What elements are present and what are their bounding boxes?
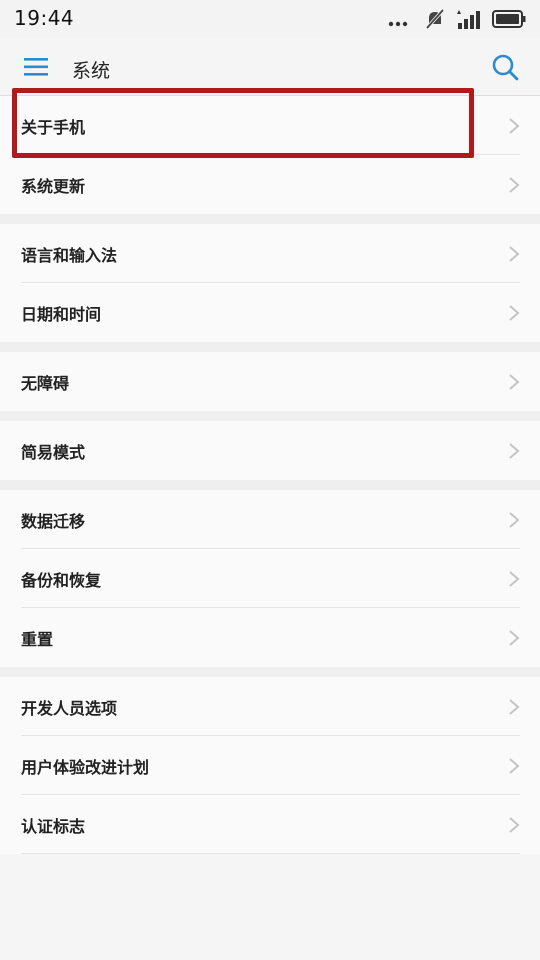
settings-item-label: 数据迁移 [21,511,86,531]
settings-item-user-experience-program[interactable]: 用户体验改进计划 [0,736,540,795]
status-bar: 19:44 [0,0,540,38]
chevron-right-icon [509,373,520,390]
chevron-right-icon [509,816,520,833]
settings-group: 简易模式 [0,421,540,480]
settings-item-label: 日期和时间 [21,304,102,324]
chevron-right-icon [509,629,520,646]
settings-list: 关于手机 系统更新 语言和输入法 日期和时间 无障碍 简易模式 数据迁移 备份和… [0,96,540,854]
menu-icon[interactable] [22,54,50,80]
group-gap [0,342,540,352]
battery-icon [492,10,526,28]
settings-group: 关于手机 系统更新 [0,96,540,214]
settings-group: 数据迁移 备份和恢复 重置 [0,490,540,667]
settings-item-reset[interactable]: 重置 [0,608,540,667]
settings-item-label: 开发人员选项 [21,698,118,718]
chevron-right-icon [509,245,520,262]
app-bar: 系统 [0,38,540,96]
settings-item-data-migration[interactable]: 数据迁移 [0,490,540,549]
more-dots-icon [388,21,408,27]
group-gap [0,411,540,421]
chevron-right-icon [509,304,520,321]
chevron-right-icon [509,176,520,193]
search-icon[interactable] [490,52,520,82]
settings-item-label: 语言和输入法 [21,245,118,265]
settings-item-simple-mode[interactable]: 简易模式 [0,421,540,480]
settings-item-system-update[interactable]: 系统更新 [0,155,540,214]
chevron-right-icon [509,757,520,774]
settings-item-label: 认证标志 [21,816,86,836]
settings-group: 无障碍 [0,352,540,411]
chevron-right-icon [509,698,520,715]
settings-item-label: 系统更新 [21,176,86,196]
settings-item-certification-logo[interactable]: 认证标志 [0,795,540,854]
group-gap [0,214,540,224]
settings-item-backup-restore[interactable]: 备份和恢复 [0,549,540,608]
page-title: 系统 [72,60,111,82]
group-gap [0,667,540,677]
settings-group: 开发人员选项 用户体验改进计划 认证标志 [0,677,540,854]
divider [21,853,520,854]
settings-item-date-time[interactable]: 日期和时间 [0,283,540,342]
settings-item-label: 无障碍 [21,373,70,393]
settings-item-language-input[interactable]: 语言和输入法 [0,224,540,283]
chevron-right-icon [509,117,520,134]
settings-item-label: 简易模式 [21,442,86,462]
status-time: 19:44 [14,6,75,30]
silent-icon [425,8,445,30]
settings-item-developer-options[interactable]: 开发人员选项 [0,677,540,736]
settings-group: 语言和输入法 日期和时间 [0,224,540,342]
settings-item-label: 备份和恢复 [21,570,102,590]
settings-item-label: 关于手机 [21,117,86,137]
group-gap [0,480,540,490]
signal-icon [457,10,480,29]
settings-item-accessibility[interactable]: 无障碍 [0,352,540,411]
chevron-right-icon [509,511,520,528]
chevron-right-icon [509,442,520,459]
settings-item-about-phone[interactable]: 关于手机 [0,96,540,155]
chevron-right-icon [509,570,520,587]
settings-item-label: 用户体验改进计划 [21,757,150,777]
settings-item-label: 重置 [21,629,54,649]
